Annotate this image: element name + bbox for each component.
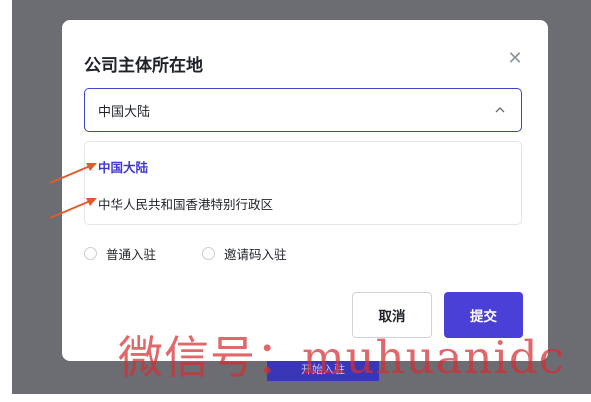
location-select[interactable]: 中国大陆 — [84, 88, 522, 132]
location-dropdown: 中国大陆 中华人民共和国香港特别行政区 — [84, 141, 522, 225]
radio-circle — [84, 247, 97, 260]
radio-label: 邀请码入驻 — [224, 247, 287, 262]
radio-invite-code-onboarding[interactable]: 邀请码入驻 — [202, 244, 287, 263]
location-dialog: 公司主体所在地 ✕ 中国大陆 中国大陆 中华人民共和国香港特别行政区 普通入驻 … — [62, 20, 548, 361]
radio-normal-onboarding[interactable]: 普通入驻 — [84, 244, 156, 263]
page-edge-bottom — [0, 394, 591, 402]
chevron-up-icon — [495, 107, 505, 113]
option-hong-kong[interactable]: 中华人民共和国香港特别行政区 — [98, 194, 273, 213]
dialog-title: 公司主体所在地 — [84, 56, 203, 76]
radio-label: 普通入驻 — [106, 247, 157, 262]
close-icon[interactable]: ✕ — [506, 50, 524, 68]
radio-circle — [202, 247, 215, 260]
select-value: 中国大陆 — [98, 105, 151, 120]
page-edge — [0, 0, 12, 402]
option-mainland-china[interactable]: 中国大陆 — [98, 157, 148, 176]
watermark-text: 微信号：muhuanidc — [118, 331, 565, 384]
